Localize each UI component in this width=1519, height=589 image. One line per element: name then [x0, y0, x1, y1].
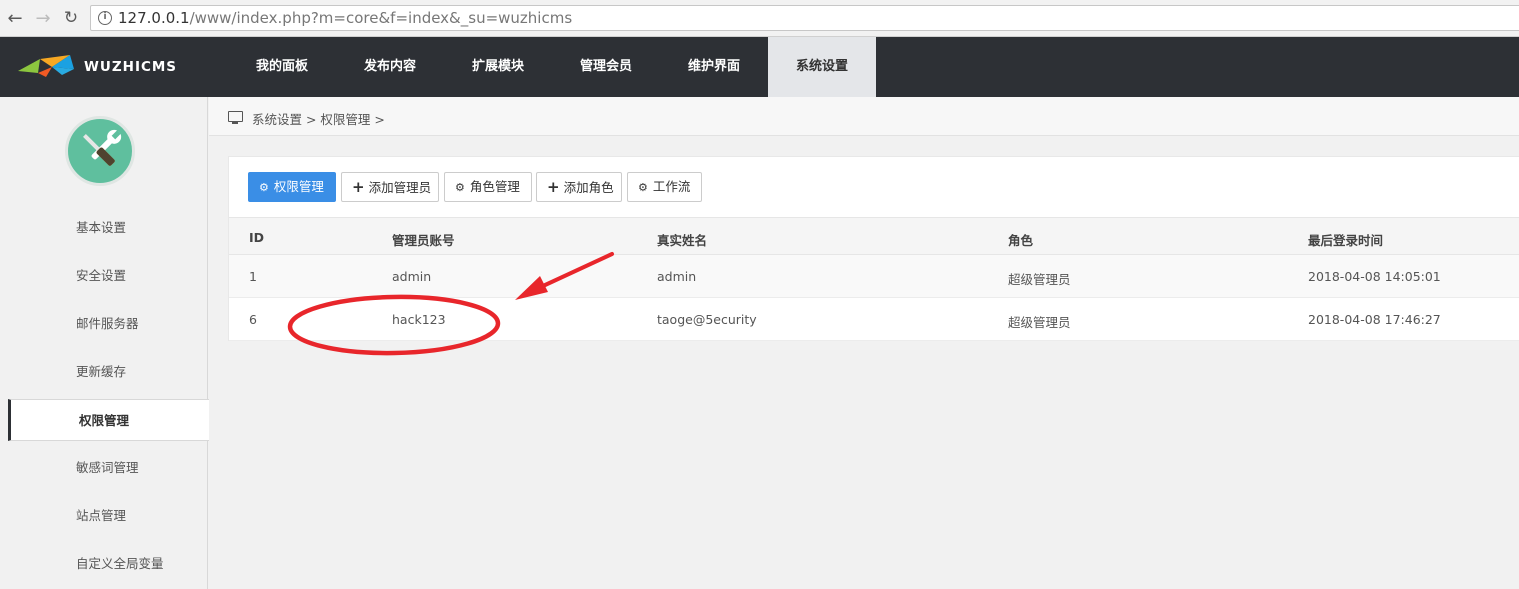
cell-role: 超级管理员	[1008, 272, 1071, 287]
button-label: 添加角色	[563, 180, 614, 195]
url-text[interactable]: 127.0.0.1/www/index.php?m=core&f=index&_…	[118, 9, 572, 27]
cell-last-login: 2018-04-08 14:05:01	[1308, 269, 1441, 284]
cell-id: 6	[249, 312, 257, 327]
breadcrumb-text[interactable]: 系统设置 > 权限管理 >	[252, 109, 385, 128]
admin-list-panel: ⚙ 权限管理 + 添加管理员 ⚙ 角色管理 + 添加角色 ⚙ 工作流 ID 管理员账号 真…	[228, 156, 1519, 341]
admin-table: ID 管理员账号 真实姓名 角色 最后登录时间 1 admin admin 超级…	[229, 217, 1519, 341]
settings-avatar	[65, 116, 135, 186]
sidebar-item-sensitive-words[interactable]: 敏感词管理	[0, 447, 208, 489]
column-header-id: ID	[249, 230, 265, 245]
sidebar-item-basic-settings[interactable]: 基本设置	[0, 207, 208, 249]
cell-realname: admin	[657, 269, 697, 284]
sidebar-item-global-variables[interactable]: 自定义全局变量	[0, 543, 208, 585]
plus-icon: +	[547, 178, 560, 196]
breadcrumb: 系统设置 > 权限管理 >	[209, 97, 1519, 136]
permissions-button[interactable]: ⚙ 权限管理	[248, 172, 336, 202]
topnav-system-settings[interactable]: 系统设置	[768, 37, 876, 97]
cell-account: hack123	[392, 312, 446, 327]
top-navigation: WUZHICMS 我的面板 发布内容 扩展模块 管理会员 维护界面 系统设置	[0, 37, 1519, 97]
add-admin-button[interactable]: + 添加管理员	[341, 172, 439, 202]
wrench-screwdriver-icon	[83, 129, 122, 166]
sidebar-item-security-settings[interactable]: 安全设置	[0, 255, 208, 297]
gears-icon: ⚙	[455, 181, 465, 194]
cell-id: 1	[249, 269, 257, 284]
cell-account: admin	[392, 269, 432, 284]
topnav-publish[interactable]: 发布内容	[336, 37, 444, 97]
info-icon[interactable]: i	[98, 11, 112, 25]
url-path: /www/index.php?m=core&f=index&_su=wuzhic…	[189, 9, 573, 27]
role-management-button[interactable]: ⚙ 角色管理	[444, 172, 532, 202]
reload-icon[interactable]: ↻	[60, 7, 82, 29]
topnav-modules[interactable]: 扩展模块	[444, 37, 552, 97]
back-arrow-icon[interactable]: ←	[4, 7, 26, 29]
sidebar-item-mail-server[interactable]: 邮件服务器	[0, 303, 208, 345]
sidebar-item-permissions[interactable]: 权限管理	[8, 399, 209, 441]
sidebar: 基本设置 安全设置 邮件服务器 更新缓存 权限管理 敏感词管理 站点管理 自定义…	[0, 97, 209, 589]
table-header: ID 管理员账号 真实姓名 角色 最后登录时间	[229, 217, 1519, 255]
topnav-dashboard[interactable]: 我的面板	[228, 37, 336, 97]
cell-role: 超级管理员	[1008, 315, 1071, 330]
gears-icon: ⚙	[259, 181, 269, 194]
column-header-account: 管理员账号	[392, 233, 455, 248]
monitor-icon	[228, 111, 243, 124]
table-row[interactable]: 1 admin admin 超级管理员 2018-04-08 14:05:01	[229, 255, 1519, 298]
column-header-last-login: 最后登录时间	[1308, 233, 1384, 248]
button-label: 工作流	[652, 179, 691, 194]
brand-name[interactable]: WUZHICMS	[84, 59, 177, 75]
sidebar-item-update-cache[interactable]: 更新缓存	[0, 351, 208, 393]
workflow-button[interactable]: ⚙ 工作流	[627, 172, 702, 202]
button-label: 添加管理员	[368, 180, 432, 195]
column-header-role: 角色	[1008, 233, 1034, 248]
cell-last-login: 2018-04-08 17:46:27	[1308, 312, 1441, 327]
button-label: 权限管理	[273, 179, 324, 194]
topnav-maintenance[interactable]: 维护界面	[660, 37, 768, 97]
forward-arrow-icon[interactable]: →	[32, 7, 54, 29]
topnav-members[interactable]: 管理会员	[552, 37, 660, 97]
address-bar[interactable]: i 127.0.0.1/www/index.php?m=core&f=index…	[90, 5, 1519, 31]
url-host: 127.0.0.1	[118, 9, 190, 27]
gears-icon: ⚙	[638, 181, 648, 194]
column-header-realname: 真实姓名	[657, 233, 708, 248]
cell-realname: taoge@5ecurity	[657, 312, 757, 327]
table-row[interactable]: 6 hack123 taoge@5ecurity 超级管理员 2018-04-0…	[229, 298, 1519, 341]
browser-toolbar: ← → ↻ i 127.0.0.1/www/index.php?m=core&f…	[0, 0, 1519, 37]
sidebar-item-site-management[interactable]: 站点管理	[0, 495, 208, 537]
plus-icon: +	[352, 178, 365, 196]
add-role-button[interactable]: + 添加角色	[536, 172, 622, 202]
button-label: 角色管理	[469, 179, 520, 194]
